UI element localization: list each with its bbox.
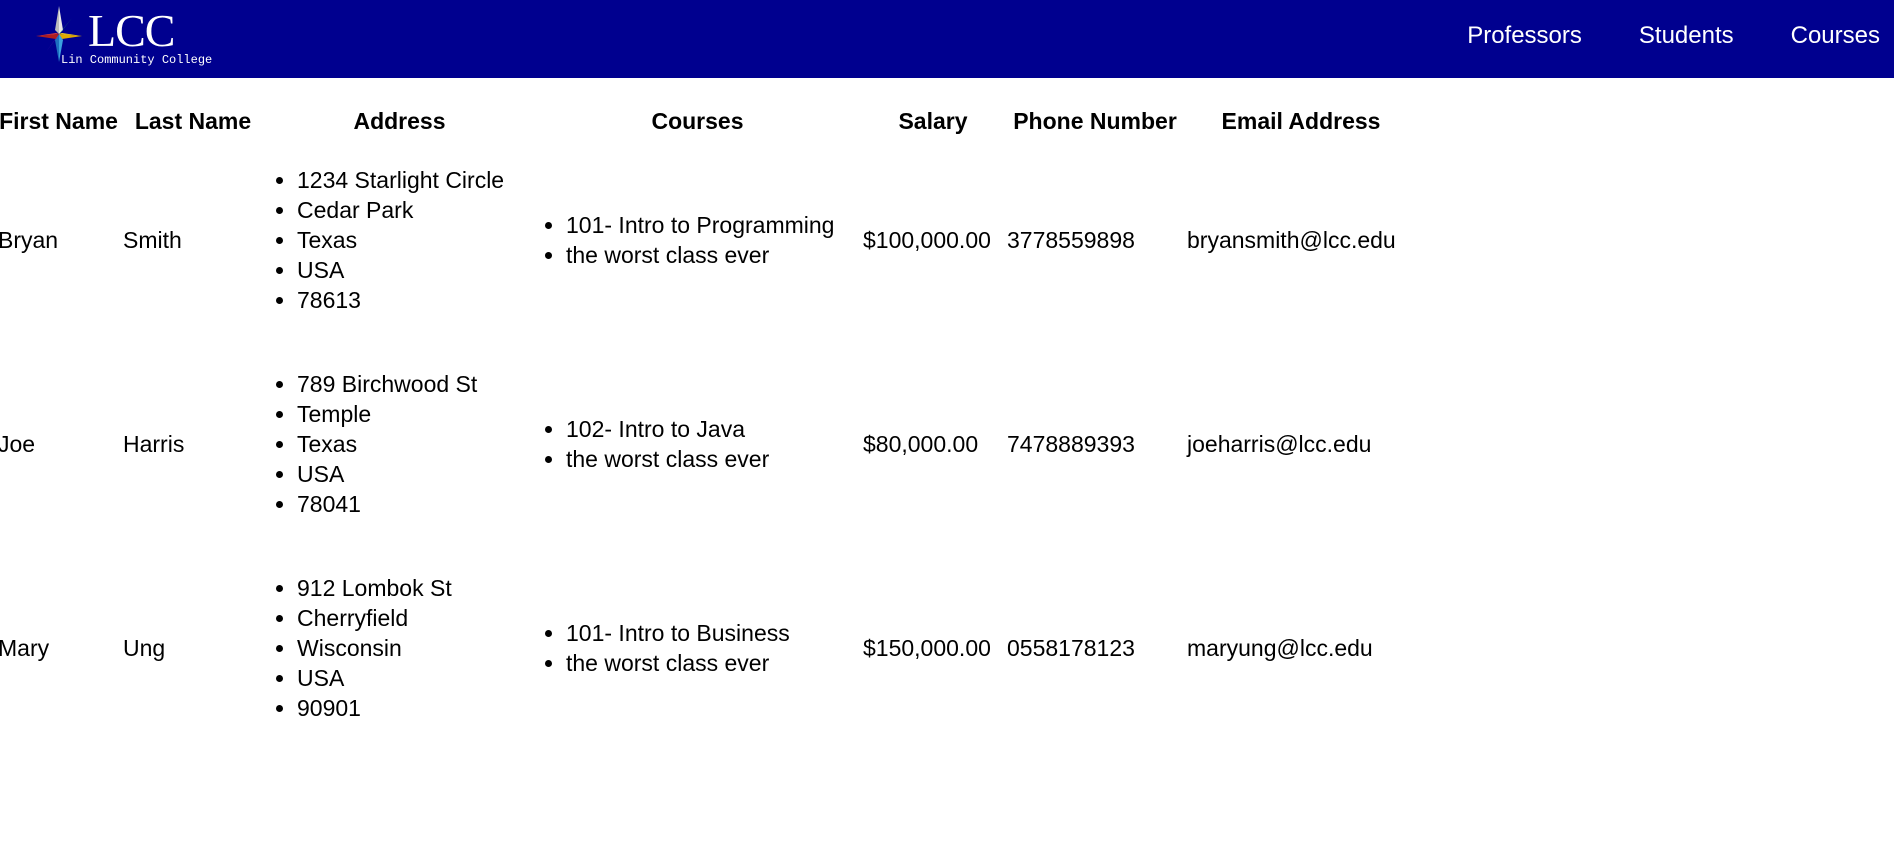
address-line: 912 Lombok St — [297, 573, 532, 603]
column-header-email-address: Email Address — [1221, 107, 1381, 134]
address-line: Temple — [297, 399, 532, 429]
address-line: 78613 — [297, 285, 532, 315]
email-cell: bryansmith@lcc.edu — [1187, 226, 1396, 253]
courses-list: 101- Intro to Business the worst class e… — [536, 618, 859, 678]
phone-cell: 0558178123 — [1007, 634, 1135, 661]
nav-link-professors[interactable]: Professors — [1467, 22, 1582, 50]
courses-cell: 101- Intro to Programming the worst clas… — [536, 138, 859, 342]
last-name-cell: Harris — [123, 430, 185, 457]
address-list: 789 Birchwood St Temple Texas USA 78041 — [267, 369, 532, 519]
address-line: 1234 Starlight Circle — [297, 165, 532, 195]
salary-cell: $80,000.00 — [863, 430, 979, 457]
column-header-first-name: First Name — [0, 107, 118, 134]
column-header-last-name: Last Name — [134, 107, 252, 134]
salary-cell: $100,000.00 — [863, 226, 991, 253]
courses-list: 102- Intro to Java the worst class ever — [536, 414, 859, 474]
table-header-row: First Name Last Name Address Courses Sal… — [0, 104, 1415, 138]
address-line: 789 Birchwood St — [297, 369, 532, 399]
address-cell: 1234 Starlight Circle Cedar Park Texas U… — [267, 138, 532, 342]
address-line: USA — [297, 255, 532, 285]
professors-table: First Name Last Name Address Courses Sal… — [0, 104, 1419, 750]
top-navbar: LCC Lin Community College Professors Stu… — [0, 0, 1894, 78]
phone-cell: 3778559898 — [1007, 226, 1135, 253]
address-line: Texas — [297, 225, 532, 255]
last-name-cell: Smith — [123, 226, 182, 253]
first-name-cell: Mary — [0, 634, 50, 661]
email-cell: joeharris@lcc.edu — [1187, 430, 1372, 457]
address-line: USA — [297, 459, 532, 489]
address-line: USA — [297, 663, 532, 693]
first-name-cell: Joe — [0, 430, 36, 457]
address-line: Cherryfield — [297, 603, 532, 633]
address-cell: 912 Lombok St Cherryfield Wisconsin USA … — [267, 546, 532, 750]
address-list: 1234 Starlight Circle Cedar Park Texas U… — [267, 165, 532, 315]
courses-cell: 101- Intro to Business the worst class e… — [536, 546, 859, 750]
address-cell: 789 Birchwood St Temple Texas USA 78041 — [267, 342, 532, 546]
course-item: 102- Intro to Java — [566, 414, 859, 444]
course-item: 101- Intro to Business — [566, 618, 859, 648]
lcc-logo[interactable]: LCC Lin Community College — [36, 5, 236, 72]
address-line: 78041 — [297, 489, 532, 519]
table-row: Bryan Smith 1234 Starlight Circle Cedar … — [0, 138, 1415, 342]
course-item: the worst class ever — [566, 240, 859, 270]
courses-list: 101- Intro to Programming the worst clas… — [536, 210, 859, 270]
courses-cell: 102- Intro to Java the worst class ever — [536, 342, 859, 546]
first-name-cell: Bryan — [0, 226, 59, 253]
address-line: Cedar Park — [297, 195, 532, 225]
column-header-phone-number: Phone Number — [1013, 107, 1177, 134]
email-cell: maryung@lcc.edu — [1187, 634, 1373, 661]
nav-link-students[interactable]: Students — [1639, 22, 1734, 50]
course-item: 101- Intro to Programming — [566, 210, 859, 240]
address-list: 912 Lombok St Cherryfield Wisconsin USA … — [267, 573, 532, 723]
course-item: the worst class ever — [566, 444, 859, 474]
last-name-cell: Ung — [123, 634, 166, 661]
nav-link-courses[interactable]: Courses — [1791, 22, 1880, 50]
address-line: Wisconsin — [297, 633, 532, 663]
course-item: the worst class ever — [566, 648, 859, 678]
main-nav: Professors Students Courses — [1410, 22, 1894, 50]
column-header-salary: Salary — [898, 107, 968, 134]
column-header-address: Address — [353, 107, 446, 134]
table-row: Mary Ung 912 Lombok St Cherryfield Wisco… — [0, 546, 1415, 750]
logo-subtitle: Lin Community College — [61, 53, 213, 67]
phone-cell: 7478889393 — [1007, 430, 1135, 457]
logo-text: LCC — [88, 5, 175, 56]
table-row: Joe Harris 789 Birchwood St Temple Texas… — [0, 342, 1415, 546]
column-header-courses: Courses — [651, 107, 744, 134]
address-line: 90901 — [297, 693, 532, 723]
salary-cell: $150,000.00 — [863, 634, 991, 661]
address-line: Texas — [297, 429, 532, 459]
